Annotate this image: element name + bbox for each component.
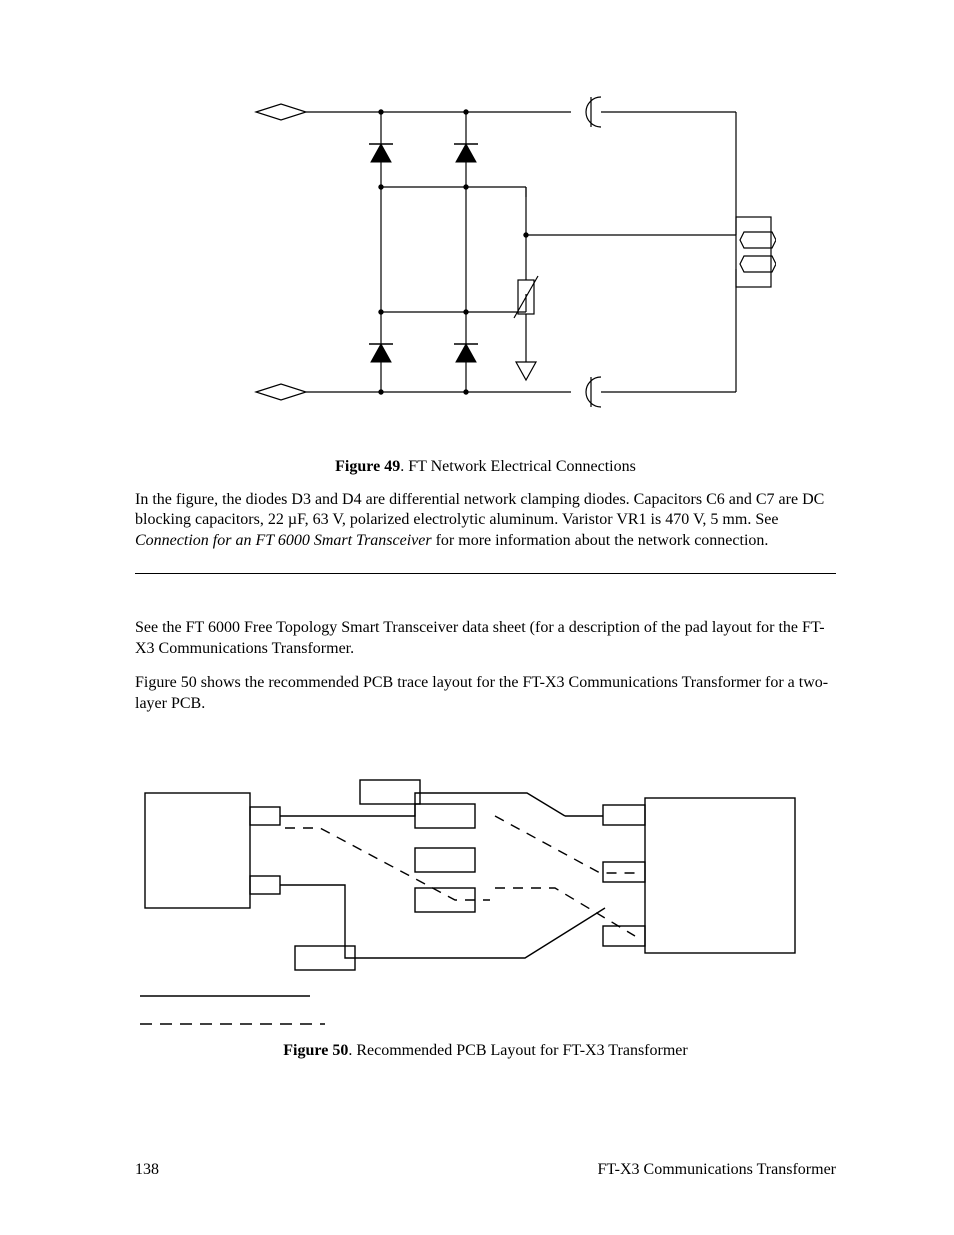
para1-b: Connection for an FT 6000 Smart Transcei… xyxy=(135,532,432,549)
paragraph-1: In the figure, the diodes D3 and D4 are … xyxy=(135,490,836,551)
horizontal-rule xyxy=(135,573,836,574)
page-footer: 138 FT-X3 Communications Transformer xyxy=(135,1161,836,1179)
para1-a: In the figure, the diodes D3 and D4 are … xyxy=(135,491,824,528)
figure-49-diagram xyxy=(135,72,836,432)
paragraph-2: See the FT 6000 Free Topology Smart Tran… xyxy=(135,618,836,659)
figure-49-caption: Figure 49. FT Network Electrical Connect… xyxy=(135,458,836,476)
figure-50-caption: Figure 50. Recommended PCB Layout for FT… xyxy=(135,1042,836,1060)
figure-50-caption-text: . Recommended PCB Layout for FT-X3 Trans… xyxy=(348,1042,687,1059)
page-number: 138 xyxy=(135,1161,159,1179)
page-container: Figure 49. FT Network Electrical Connect… xyxy=(0,0,954,1235)
figure-50-label: Figure 50 xyxy=(283,1042,348,1059)
schematic-svg xyxy=(196,72,776,432)
figure-50-diagram xyxy=(135,758,836,1038)
figure-49-caption-text: . FT Network Electrical Connections xyxy=(400,458,636,475)
paragraph-3: Figure 50 shows the recommended PCB trac… xyxy=(135,673,836,714)
footer-title: FT-X3 Communications Transformer xyxy=(597,1161,836,1179)
figure-49-label: Figure 49 xyxy=(335,458,400,475)
para1-c: for more information about the network c… xyxy=(432,532,769,549)
pcb-layout-svg xyxy=(135,758,835,1038)
